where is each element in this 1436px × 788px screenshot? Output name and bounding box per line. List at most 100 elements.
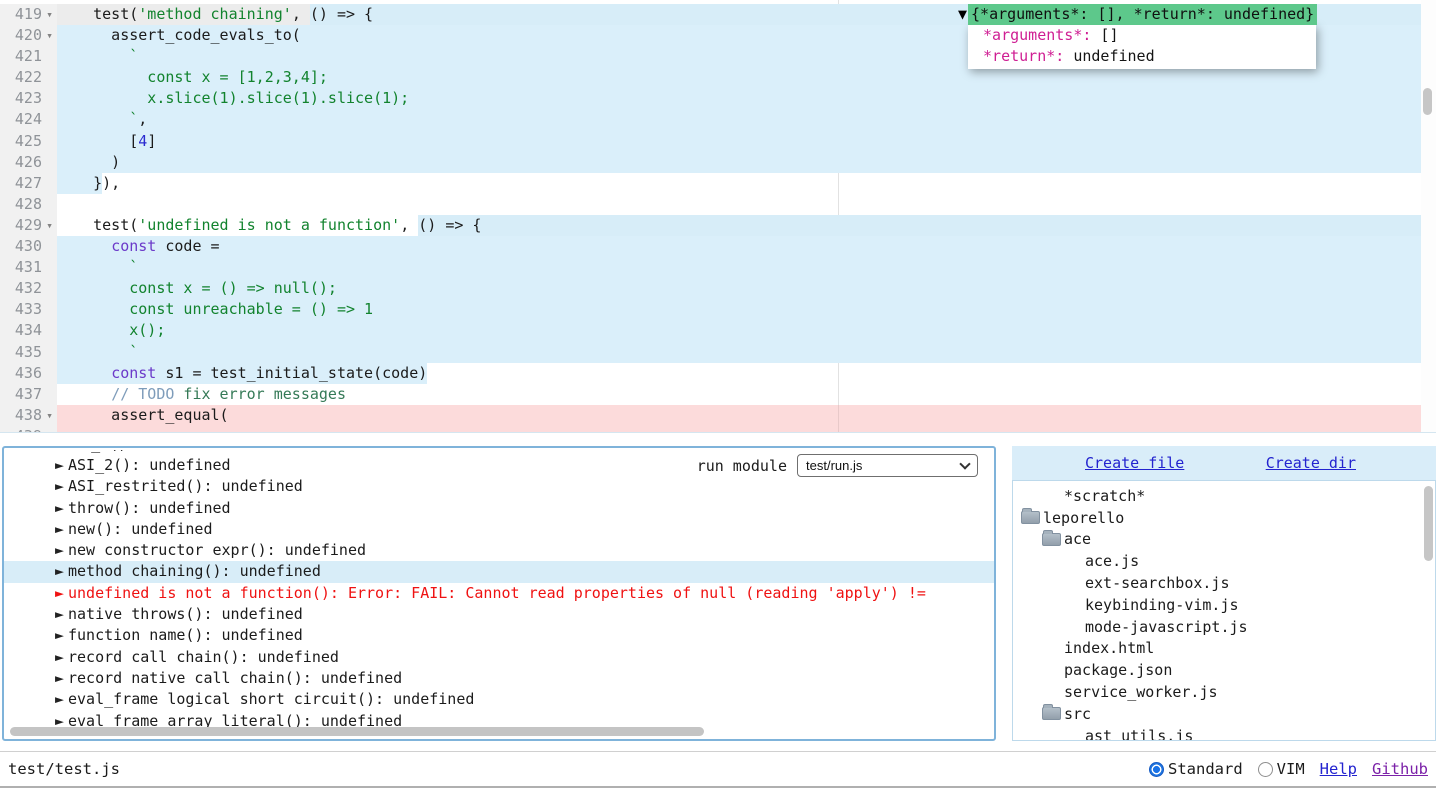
editor-line[interactable]: 436 const s1 = test_initial_state(code) <box>0 363 1436 384</box>
result-row[interactable]: ►method chaining(): undefined <box>4 561 994 582</box>
editor-line[interactable]: 428 <box>0 194 1436 215</box>
result-row[interactable]: ►ASI_restrited(): undefined <box>4 476 994 497</box>
result-row[interactable]: ►native throws(): undefined <box>4 604 994 625</box>
editor-line[interactable]: 430 const code = <box>0 236 1436 257</box>
editor-line[interactable]: 429▾ test('undefined is not a function',… <box>0 215 1436 236</box>
result-row[interactable]: ►new(): undefined <box>4 519 994 540</box>
value-inspector-header[interactable]: ▼{*arguments*: [], *return*: undefined} <box>958 4 1317 25</box>
editor-line[interactable]: 425 [4] <box>0 131 1436 152</box>
result-row[interactable]: ►throw(): undefined <box>4 498 994 519</box>
expand-triangle-icon[interactable]: ► <box>55 540 68 561</box>
editor-line[interactable]: 424 `, <box>0 109 1436 130</box>
editor-line[interactable]: 423 x.slice(1).slice(1).slice(1); <box>0 88 1436 109</box>
create-dir-link[interactable]: Create dir <box>1266 454 1356 472</box>
expand-triangle-icon[interactable]: ► <box>55 498 68 519</box>
editor-line[interactable]: 432 const x = () => null(); <box>0 278 1436 299</box>
expand-triangle-icon[interactable]: ► <box>55 668 68 689</box>
line-number-gutter[interactable]: 431 <box>0 257 57 278</box>
results-horizontal-scrollbar-thumb[interactable] <box>10 727 704 736</box>
line-number-gutter[interactable]: 434 <box>0 320 57 341</box>
editor-scrollbar-thumb[interactable] <box>1423 88 1432 115</box>
editor-line[interactable]: 439 <box>0 426 1436 433</box>
tree-item[interactable]: src <box>1013 703 1435 725</box>
result-row[interactable]: ►record call chain(): undefined <box>4 647 994 668</box>
editor-line[interactable]: 427 }), <box>0 173 1436 194</box>
result-row[interactable]: ►new constructor expr(): undefined <box>4 540 994 561</box>
fold-arrow-icon[interactable]: ▾ <box>42 405 57 426</box>
line-number-gutter[interactable]: 433 <box>0 299 57 320</box>
tree-item[interactable]: ace.js <box>1013 550 1435 572</box>
expand-triangle-icon[interactable]: ► <box>55 450 64 453</box>
line-number-gutter[interactable]: 419▾ <box>0 4 57 25</box>
collapse-triangle-icon[interactable]: ▼ <box>958 4 968 25</box>
line-number-gutter[interactable]: 422 <box>0 67 57 88</box>
fold-arrow-icon[interactable]: ▾ <box>42 4 57 25</box>
line-number-gutter[interactable]: 424 <box>0 109 57 130</box>
tree-item[interactable]: *scratch* <box>1013 485 1435 507</box>
files-scrollbar-thumb[interactable] <box>1424 486 1433 561</box>
line-number-gutter[interactable]: 421 <box>0 46 57 67</box>
line-number-gutter[interactable]: 425 <box>0 131 57 152</box>
tree-item[interactable]: ext-searchbox.js <box>1013 572 1435 594</box>
fold-arrow-icon[interactable]: ▾ <box>42 25 57 46</box>
expand-triangle-icon[interactable]: ► <box>55 625 68 646</box>
editor-line[interactable]: 437 // TODO fix error messages <box>0 384 1436 405</box>
tree-item[interactable]: index.html <box>1013 638 1435 660</box>
editor-scrollbar-track[interactable] <box>1421 0 1436 432</box>
expand-triangle-icon[interactable]: ► <box>55 519 68 540</box>
line-number-gutter[interactable]: 435 <box>0 342 57 363</box>
code-line-content: const x = [1,2,3,4]; <box>57 67 1436 88</box>
tree-item[interactable]: leporello <box>1013 507 1435 529</box>
editor-line[interactable]: 435 ` <box>0 342 1436 363</box>
radio-selected-icon[interactable] <box>1149 762 1164 777</box>
tree-item[interactable]: service_worker.js <box>1013 681 1435 703</box>
line-number-gutter[interactable]: 432 <box>0 278 57 299</box>
github-link[interactable]: Github <box>1372 760 1428 778</box>
line-number-gutter[interactable]: 428 <box>0 194 57 215</box>
result-row[interactable]: ►record native call chain(): undefined <box>4 668 994 689</box>
expand-triangle-icon[interactable]: ► <box>55 583 68 604</box>
line-number-gutter[interactable]: 420▾ <box>0 25 57 46</box>
editor-line[interactable]: 426 ) <box>0 152 1436 173</box>
result-row[interactable]: ►undefined is not a function(): Error: F… <box>4 583 994 604</box>
radio-unselected-icon[interactable] <box>1258 762 1273 777</box>
code-line-content <box>57 426 1436 433</box>
line-number-gutter[interactable]: 429▾ <box>0 215 57 236</box>
editor-line[interactable]: 422 const x = [1,2,3,4]; <box>0 67 1436 88</box>
line-number-gutter[interactable]: 438▾ <box>0 405 57 426</box>
expand-triangle-icon[interactable]: ► <box>55 689 68 710</box>
line-number-gutter[interactable]: 426 <box>0 152 57 173</box>
result-row[interactable]: ►function name(): undefined <box>4 625 994 646</box>
create-file-link[interactable]: Create file <box>1085 454 1184 472</box>
expand-triangle-icon[interactable]: ► <box>55 476 68 497</box>
tree-item[interactable]: package.json <box>1013 659 1435 681</box>
run-module-select[interactable]: test/run.js <box>797 454 978 477</box>
line-number-gutter[interactable]: 439 <box>0 426 57 433</box>
results-horizontal-scrollbar[interactable] <box>8 727 708 736</box>
tree-item[interactable]: keybinding-vim.js <box>1013 594 1435 616</box>
keybinding-standard-option[interactable]: Standard <box>1149 760 1243 778</box>
result-row[interactable]: ►eval_frame logical short circuit(): und… <box>4 689 994 710</box>
tree-item[interactable]: ace <box>1013 529 1435 551</box>
tree-item[interactable]: ast_utils.js <box>1013 725 1435 741</box>
editor-line[interactable]: 433 const unreachable = () => 1 <box>0 299 1436 320</box>
line-number-gutter[interactable]: 430 <box>0 236 57 257</box>
expand-triangle-icon[interactable]: ► <box>55 604 68 625</box>
code-editor[interactable]: 419▾ test('method chaining', () => {420▾… <box>0 0 1436 433</box>
tree-item[interactable]: mode-javascript.js <box>1013 616 1435 638</box>
value-inspector-entry[interactable]: *return*: undefined <box>974 46 1310 67</box>
keybinding-vim-option[interactable]: VIM <box>1258 760 1305 778</box>
editor-line[interactable]: 431 ` <box>0 257 1436 278</box>
expand-triangle-icon[interactable]: ► <box>55 647 68 668</box>
expand-triangle-icon[interactable]: ► <box>55 455 68 476</box>
line-number-gutter[interactable]: 423 <box>0 88 57 109</box>
line-number-gutter[interactable]: 427 <box>0 173 57 194</box>
help-link[interactable]: Help <box>1320 760 1357 778</box>
line-number-gutter[interactable]: 437 <box>0 384 57 405</box>
line-number-gutter[interactable]: 436 <box>0 363 57 384</box>
expand-triangle-icon[interactable]: ► <box>55 561 68 582</box>
editor-line[interactable]: 434 x(); <box>0 320 1436 341</box>
fold-arrow-icon[interactable]: ▾ <box>42 215 57 236</box>
editor-line[interactable]: 438▾ assert_equal( <box>0 405 1436 426</box>
value-inspector-entry[interactable]: *arguments*: [] <box>974 25 1310 46</box>
